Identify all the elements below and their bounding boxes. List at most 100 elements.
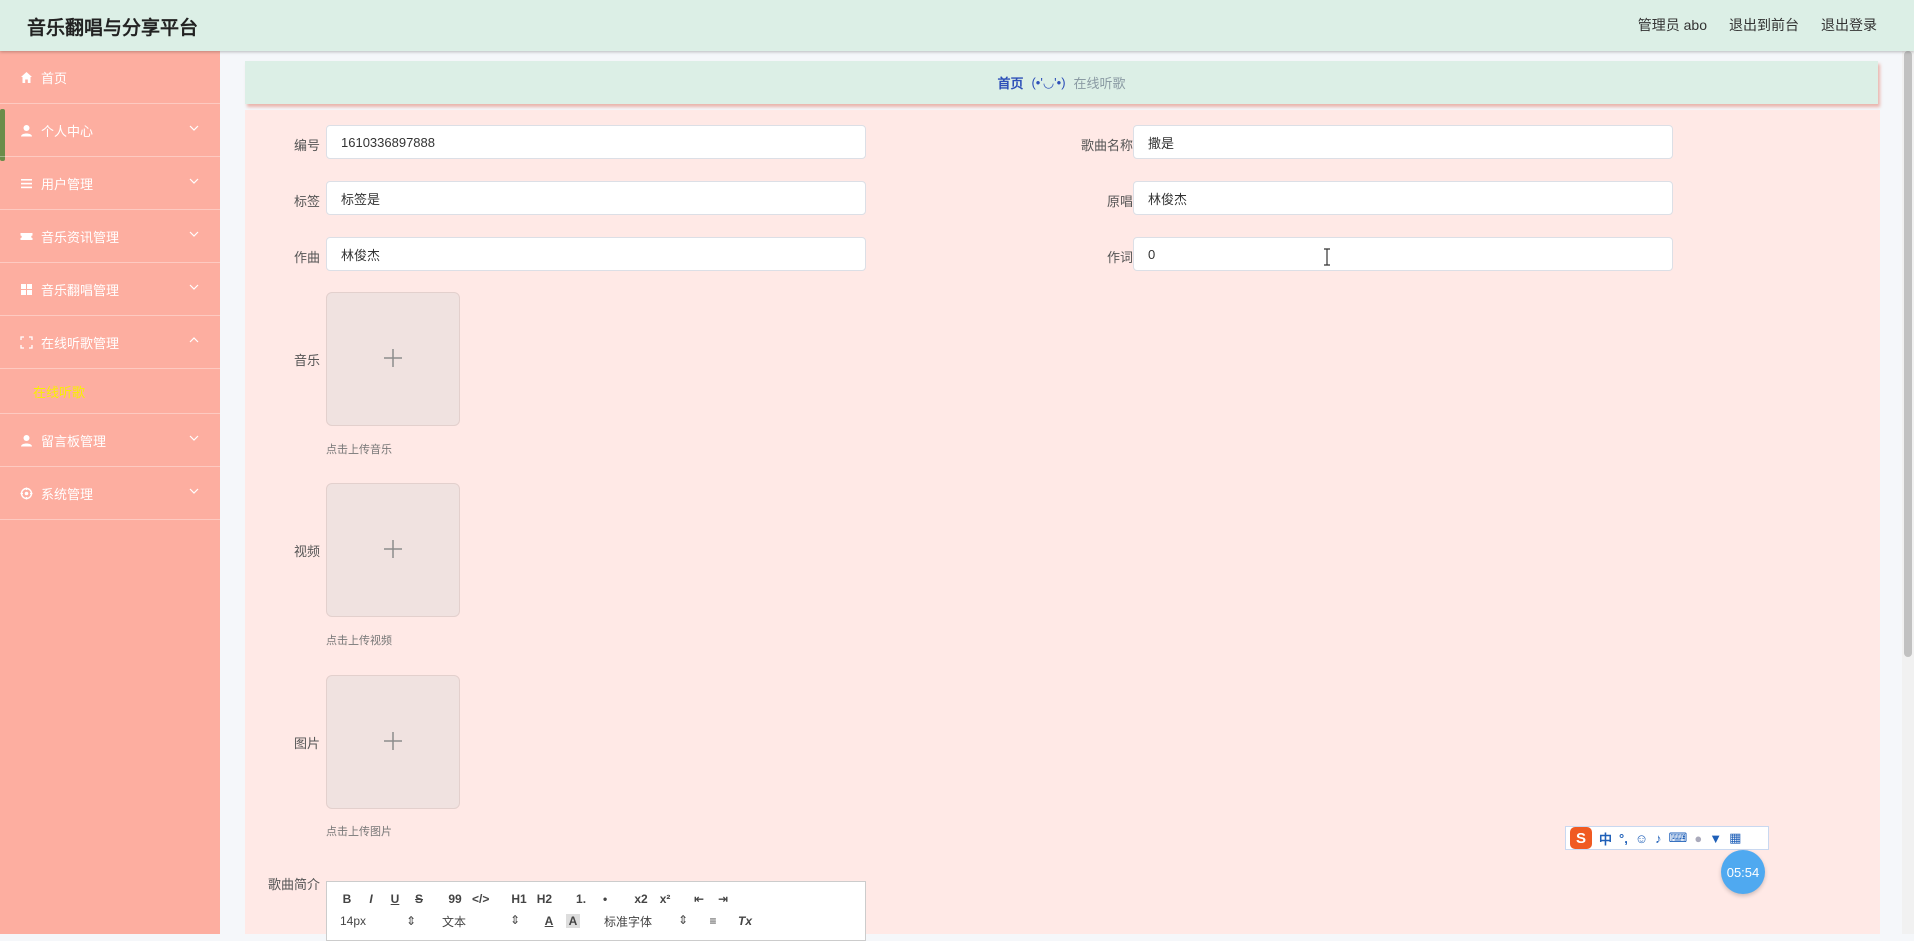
- chevron-up-icon: [188, 334, 200, 346]
- ordered-list-button[interactable]: 1.: [574, 892, 588, 906]
- font-color-icon[interactable]: A: [542, 914, 556, 928]
- blockquote-button[interactable]: 99: [448, 892, 462, 906]
- breadcrumb-home[interactable]: 首页: [997, 73, 1023, 92]
- plus-icon: [382, 538, 404, 563]
- text-type-value: 文本: [442, 914, 467, 929]
- user-icon: [20, 434, 33, 447]
- breadcrumb-separator: (•'◡'•): [1031, 74, 1066, 90]
- h2-button[interactable]: H2: [537, 892, 552, 906]
- font-family-select[interactable]: 标准字体 ⇕: [604, 913, 688, 930]
- bold-button[interactable]: B: [340, 892, 354, 906]
- sidebar-item-label: 留言板管理: [41, 433, 107, 449]
- page-scrollbar[interactable]: [1902, 51, 1914, 934]
- rich-text-editor[interactable]: B I U S 99 </> H1 H2 1. • x2 x² ⇤ ⇥ 14px…: [326, 881, 866, 941]
- indent-button[interactable]: ⇥: [716, 892, 730, 906]
- outdent-button[interactable]: ⇤: [692, 892, 706, 906]
- to-front-link[interactable]: 退出到前台: [1729, 15, 1799, 35]
- scrollbar-thumb[interactable]: [1904, 51, 1912, 657]
- select-arrows-icon: ⇕: [405, 914, 416, 928]
- sidebar-item-message-board[interactable]: 留言板管理: [0, 414, 220, 467]
- lyricist-field[interactable]: [1133, 237, 1673, 271]
- bullet-list-button[interactable]: •: [598, 892, 612, 906]
- sidebar-item-users[interactable]: 用户管理: [0, 157, 220, 210]
- ime-mode[interactable]: 中: [1599, 829, 1612, 848]
- ticket-icon: [20, 230, 33, 243]
- font-family-value: 标准字体: [604, 914, 653, 929]
- subscript-button[interactable]: x2: [634, 892, 648, 906]
- code-button[interactable]: </>: [472, 892, 489, 906]
- clock-badge: 05:54: [1721, 850, 1765, 894]
- sidebar-item-label: 系统管理: [41, 486, 94, 502]
- chevron-down-icon: [188, 175, 200, 187]
- font-size-value: 14px: [340, 914, 367, 928]
- underline-button[interactable]: U: [388, 892, 402, 906]
- align-icon[interactable]: ≡: [706, 914, 720, 928]
- sidebar-item-online-listening[interactable]: 在线听歌管理: [0, 316, 220, 369]
- song-name-field[interactable]: [1133, 125, 1673, 159]
- music-upload[interactable]: [326, 292, 460, 426]
- microphone-icon[interactable]: ♪: [1655, 831, 1662, 846]
- emoji-icon[interactable]: ☺: [1635, 831, 1648, 846]
- image-upload[interactable]: [326, 675, 460, 809]
- video-upload-hint: 点击上传视频: [326, 635, 392, 647]
- grid-icon: [20, 283, 33, 296]
- sidebar-item-system[interactable]: 系统管理: [0, 467, 220, 520]
- top-nav: 管理员 abo 退出到前台 退出登录: [1638, 15, 1877, 35]
- background-color-icon[interactable]: A: [566, 914, 580, 928]
- sidebar-item-label: 首页: [41, 70, 68, 86]
- chevron-down-icon: [188, 122, 200, 134]
- clear-format-icon[interactable]: Tx: [738, 914, 752, 928]
- text-type-select[interactable]: 文本 ⇕: [442, 913, 520, 930]
- user-icon[interactable]: ●: [1694, 831, 1702, 846]
- original-singer-field[interactable]: [1133, 181, 1673, 215]
- top-bar: 音乐翻唱与分享平台 管理员 abo 退出到前台 退出登录: [0, 0, 1914, 51]
- logout-link[interactable]: 退出登录: [1821, 15, 1877, 35]
- sidebar-item-music-news[interactable]: 音乐资讯管理: [0, 210, 220, 263]
- chevron-down-icon: [188, 228, 200, 240]
- composer-label: 作曲: [293, 250, 320, 265]
- sidebar-item-label: 音乐翻唱管理: [41, 282, 120, 298]
- sidebar-item-label: 音乐资讯管理: [41, 229, 120, 245]
- sidebar-item-profile[interactable]: 个人中心: [0, 104, 220, 157]
- keyboard-icon[interactable]: ⌨: [1669, 830, 1688, 846]
- superscript-button[interactable]: x²: [658, 892, 672, 906]
- list-icon: [20, 177, 33, 190]
- select-arrows-icon: ⇕: [677, 912, 688, 927]
- music-label: 音乐: [293, 353, 320, 368]
- ime-toolbar[interactable]: S 中 °, ☺ ♪ ⌨ ● ▼ ▦: [1565, 826, 1769, 850]
- app-title: 音乐翻唱与分享平台: [27, 18, 199, 39]
- id-field[interactable]: [326, 125, 866, 159]
- composer-field[interactable]: [326, 237, 866, 271]
- home-icon: [20, 71, 33, 84]
- punctuation-icon[interactable]: °,: [1619, 831, 1628, 846]
- fullscreen-icon: [20, 335, 33, 349]
- shirt-icon[interactable]: ▼: [1709, 831, 1722, 846]
- h1-button[interactable]: H1: [511, 892, 526, 906]
- grid-icon[interactable]: ▦: [1729, 830, 1741, 846]
- sidebar-subitem-online-listening[interactable]: 在线听歌: [0, 369, 220, 414]
- sidebar-item-home[interactable]: 首页: [0, 51, 220, 104]
- sidebar: 首页 个人中心 用户管理 音乐资讯管理 音乐翻唱管理 在线听歌管理 在线听歌 留…: [0, 51, 220, 934]
- original-singer-label: 原唱: [1106, 194, 1133, 209]
- sidebar-item-cover-songs[interactable]: 音乐翻唱管理: [0, 263, 220, 316]
- chevron-down-icon: [188, 432, 200, 444]
- image-label: 图片: [293, 736, 320, 751]
- tag-field[interactable]: [326, 181, 866, 215]
- video-upload[interactable]: [326, 483, 460, 617]
- sidebar-item-label: 在线听歌管理: [41, 335, 120, 351]
- tag-label: 标签: [293, 194, 320, 209]
- id-label: 编号: [293, 138, 320, 153]
- strike-button[interactable]: S: [412, 892, 426, 906]
- plus-icon: [382, 347, 404, 372]
- intro-label: 歌曲简介: [267, 877, 320, 892]
- editor-toolbar-row-1: B I U S 99 </> H1 H2 1. • x2 x² ⇤ ⇥: [327, 888, 865, 910]
- breadcrumb-current: 在线听歌: [1073, 76, 1126, 91]
- editor-toolbar-row-2: 14px ⇕ 文本 ⇕ A A 标准字体 ⇕ ≡ Tx: [327, 910, 865, 932]
- song-name-label: 歌曲名称: [1080, 138, 1133, 153]
- italic-button[interactable]: I: [364, 892, 378, 906]
- select-arrows-icon: ⇕: [509, 912, 520, 927]
- video-label: 视频: [293, 544, 320, 559]
- user-icon: [20, 124, 33, 137]
- admin-label[interactable]: 管理员 abo: [1638, 15, 1707, 35]
- font-size-select[interactable]: 14px ⇕: [340, 914, 416, 928]
